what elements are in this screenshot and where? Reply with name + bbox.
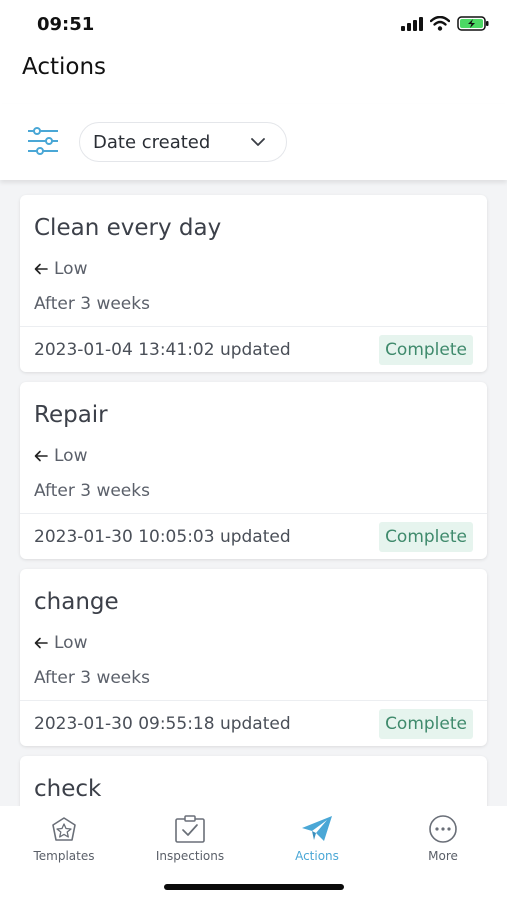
action-priority: Low	[34, 259, 87, 279]
paper-plane-icon	[302, 816, 332, 841]
status-time: 09:51	[37, 14, 95, 35]
chevron-down-icon	[251, 138, 265, 146]
action-card[interactable]: check	[20, 756, 487, 806]
tab-more[interactable]: More	[380, 814, 506, 863]
action-title: Repair	[34, 402, 108, 428]
status-badge: Complete	[379, 522, 473, 552]
action-due: After 3 weeks	[34, 668, 150, 688]
action-footer: 2023-01-30 10:05:03 updated Complete	[20, 513, 487, 559]
sliders-icon[interactable]	[26, 126, 60, 156]
status-badge: Complete	[379, 709, 473, 739]
sort-label: Date created	[93, 131, 211, 153]
action-title: Clean every day	[34, 215, 222, 241]
action-list[interactable]: Clean every day Low After 3 weeks 2023-0…	[0, 180, 507, 806]
status-badge: Complete	[379, 335, 473, 365]
tab-label: Inspections	[155, 849, 225, 863]
action-footer: 2023-01-30 09:55:18 updated Complete	[20, 700, 487, 746]
signal-icon	[401, 16, 423, 31]
wifi-icon	[430, 16, 450, 31]
action-updated: 2023-01-30 09:55:18 updated	[34, 713, 291, 734]
priority-label: Low	[54, 446, 88, 466]
priority-label: Low	[54, 259, 88, 279]
action-card[interactable]: change Low After 3 weeks 2023-01-30 09:5…	[20, 569, 487, 746]
action-priority: Low	[34, 633, 87, 653]
action-updated: 2023-01-30 10:05:03 updated	[34, 526, 291, 547]
filter-bar: Date created	[0, 104, 507, 180]
action-priority: Low	[34, 446, 87, 466]
templates-icon	[52, 817, 76, 841]
action-title: check	[34, 776, 102, 802]
action-due: After 3 weeks	[34, 481, 150, 501]
tab-inspections[interactable]: Inspections	[127, 814, 253, 863]
sort-dropdown[interactable]: Date created	[79, 122, 287, 162]
status-bar: 09:51	[0, 0, 507, 50]
arrow-left-icon	[34, 450, 48, 462]
inspections-icon	[175, 815, 205, 843]
action-due: After 3 weeks	[34, 294, 150, 314]
priority-label: Low	[54, 633, 88, 653]
tab-label: More	[428, 849, 458, 863]
tab-templates[interactable]: Templates	[1, 814, 127, 863]
status-icons	[401, 16, 489, 31]
action-updated: 2023-01-04 13:41:02 updated	[34, 339, 291, 360]
actions-screen: 09:51 Actions Date created Clean every d…	[0, 0, 507, 900]
page-title: Actions	[22, 54, 107, 80]
arrow-left-icon	[34, 637, 48, 649]
tab-label: Actions	[295, 849, 339, 863]
arrow-left-icon	[34, 263, 48, 275]
home-indicator[interactable]	[164, 884, 344, 890]
action-footer: 2023-01-04 13:41:02 updated Complete	[20, 326, 487, 372]
battery-charging-icon	[457, 16, 489, 31]
tab-label: Templates	[33, 849, 95, 863]
action-card[interactable]: Repair Low After 3 weeks 2023-01-30 10:0…	[20, 382, 487, 559]
action-card[interactable]: Clean every day Low After 3 weeks 2023-0…	[20, 195, 487, 372]
more-icon	[429, 815, 457, 843]
tab-actions[interactable]: Actions	[254, 814, 380, 863]
action-title: change	[34, 589, 119, 615]
